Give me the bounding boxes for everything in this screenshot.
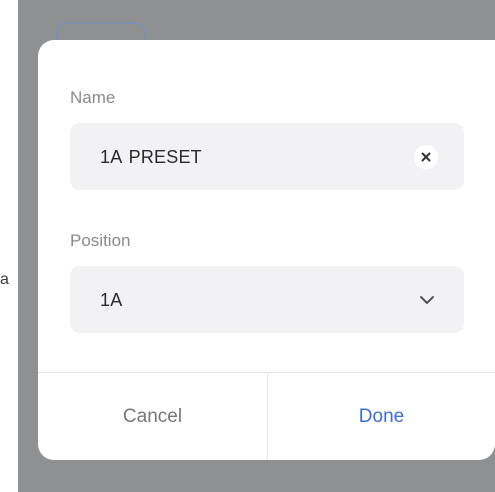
name-input[interactable]: 1A PRESET: [70, 123, 464, 190]
name-input-value[interactable]: 1A PRESET: [100, 145, 202, 169]
background-edge-text: a: [0, 271, 9, 288]
position-select-value[interactable]: 1A: [100, 288, 122, 312]
position-label: Position: [70, 231, 131, 250]
cancel-button[interactable]: Cancel: [38, 373, 268, 460]
edit-preset-dialog: Name 1A PRESET Position 1A Cancel Done: [38, 40, 495, 460]
dialog-footer: Cancel Done: [38, 372, 495, 460]
position-select[interactable]: 1A: [70, 266, 464, 333]
screen: a Name 1A PRESET Position 1A Cancel Done: [0, 0, 495, 492]
done-button[interactable]: Done: [268, 373, 495, 460]
chevron-down-icon[interactable]: [418, 291, 436, 309]
close-x-icon: [421, 152, 431, 162]
name-label: Name: [70, 88, 116, 107]
clear-icon[interactable]: [414, 145, 438, 169]
